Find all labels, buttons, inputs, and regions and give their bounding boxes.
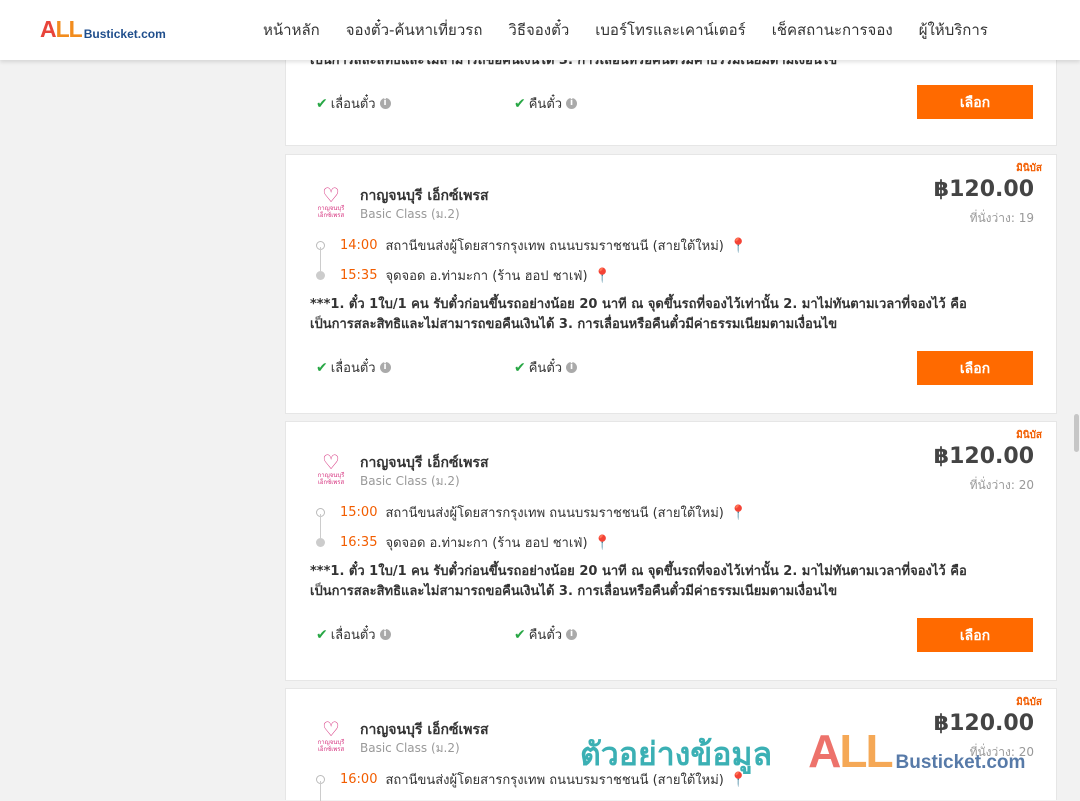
nav-operators[interactable]: ผู้ให้บริการ bbox=[919, 18, 988, 42]
bus-class: Basic Class (ม.2) bbox=[360, 474, 460, 488]
depart-time: 15:00 bbox=[340, 505, 378, 520]
depart-place: สถานีขนส่งผู้โดยสารกรุงเทพ ถนนบรมราชชนนี… bbox=[385, 773, 724, 788]
logo-all: ALL bbox=[40, 16, 83, 42]
check-icon: ✔ bbox=[514, 626, 526, 643]
info-icon[interactable]: i bbox=[379, 98, 391, 109]
arrive-dot bbox=[316, 271, 325, 280]
change-ticket-policy: ✔ เลื่อนตั๋ว i bbox=[316, 93, 391, 114]
main-nav: หน้าหลัก จองตั๋ว-ค้นหาเที่ยวรถ วิธีจองตั… bbox=[250, 0, 1001, 60]
seats-available: ที่นั่งว่าง: 20 bbox=[969, 745, 1034, 759]
trip-price: ฿120.00 bbox=[933, 444, 1034, 469]
select-trip-button[interactable]: เลือก bbox=[917, 618, 1033, 652]
route-line bbox=[320, 781, 321, 801]
arrive-place: จุดจอด อ.ท่ามะกา (ร้าน ฮอป ชาเฟ่) bbox=[385, 536, 588, 551]
map-pin-icon[interactable]: 📍 bbox=[594, 535, 611, 551]
route-line bbox=[320, 514, 321, 538]
operator-name: กาญจนบุรี เอ็กซ์เพรส bbox=[360, 722, 489, 738]
bus-class: Basic Class (ม.2) bbox=[360, 741, 460, 755]
trip-route: 15:00 สถานีขนส่งผู้โดยสารกรุงเทพ ถนนบรมร… bbox=[314, 502, 754, 564]
trip-price: ฿120.00 bbox=[933, 711, 1034, 736]
arrive-time: 16:35 bbox=[340, 535, 378, 550]
logo-text: Busticket.com bbox=[83, 27, 166, 41]
check-icon: ✔ bbox=[316, 359, 328, 376]
map-pin-icon[interactable]: 📍 bbox=[730, 238, 747, 254]
arrive-stop: 15:35 จุดจอด อ.ท่ามะกา (ร้าน ฮอป ชาเฟ่) … bbox=[340, 265, 611, 286]
scrollbar-thumb[interactable] bbox=[1074, 414, 1079, 452]
seats-available: ที่นั่งว่าง: 19 bbox=[969, 211, 1034, 225]
minibus-badge: มินิบัส bbox=[1016, 697, 1042, 708]
arrive-stop: 16:35 จุดจอด อ.ท่ามะกา (ร้าน ฮอป ชาเฟ่) … bbox=[340, 532, 611, 553]
site-logo[interactable]: ALL Busticket.com bbox=[40, 16, 166, 42]
change-ticket-policy: ✔ เลื่อนตั๋ว i bbox=[316, 357, 391, 378]
select-trip-button[interactable]: เลือก bbox=[917, 85, 1033, 119]
info-icon[interactable]: i bbox=[379, 629, 391, 640]
nav-check-booking[interactable]: เช็คสถานะการจอง bbox=[772, 18, 893, 42]
map-pin-icon[interactable]: 📍 bbox=[594, 268, 611, 284]
info-icon[interactable]: i bbox=[379, 362, 391, 373]
bus-class: Basic Class (ม.2) bbox=[360, 207, 460, 221]
arrive-dot bbox=[316, 538, 325, 547]
info-icon[interactable]: i bbox=[566, 629, 578, 640]
heart-icon: ♡ bbox=[322, 183, 340, 207]
map-pin-icon[interactable]: 📍 bbox=[730, 505, 747, 521]
operator-logo: ♡ กาญจนบุรี เอ็กซ์เพรส bbox=[317, 717, 345, 753]
nav-how-to-book[interactable]: วิธีจองตั๋ว bbox=[508, 18, 569, 42]
refund-ticket-policy: ✔ คืนตั๋ว i bbox=[514, 357, 578, 378]
check-icon: ✔ bbox=[316, 626, 328, 643]
depart-time: 14:00 bbox=[340, 238, 378, 253]
check-icon: ✔ bbox=[514, 95, 526, 112]
arrive-time: 15:35 bbox=[340, 268, 378, 283]
nav-home[interactable]: หน้าหลัก bbox=[263, 18, 320, 42]
select-trip-button[interactable]: เลือก bbox=[917, 351, 1033, 385]
info-icon[interactable]: i bbox=[566, 362, 578, 373]
nav-phone-counter[interactable]: เบอร์โทรและเคาน์เตอร์ bbox=[595, 18, 745, 42]
operator-name: กาญจนบุรี เอ็กซ์เพรส bbox=[360, 455, 489, 471]
check-icon: ✔ bbox=[514, 359, 526, 376]
trip-card: มินิบัส ♡ กาญจนบุรี เอ็กซ์เพรส กาญจนบุรี… bbox=[285, 688, 1057, 801]
seats-available: ที่นั่งว่าง: 20 bbox=[969, 478, 1034, 492]
trip-card: มินิบัส ♡ กาญจนบุรี เอ็กซ์เพรส กาญจนบุรี… bbox=[285, 421, 1057, 681]
operator-name: กาญจนบุรี เอ็กซ์เพรส bbox=[360, 188, 489, 204]
trip-route: 14:00 สถานีขนส่งผู้โดยสารกรุงเทพ ถนนบรมร… bbox=[314, 235, 754, 297]
check-icon: ✔ bbox=[316, 95, 328, 112]
change-ticket-policy: ✔ เลื่อนตั๋ว i bbox=[316, 624, 391, 645]
minibus-badge: มินิบัส bbox=[1016, 430, 1042, 441]
depart-stop: 15:00 สถานีขนส่งผู้โดยสารกรุงเทพ ถนนบรมร… bbox=[340, 502, 747, 523]
depart-place: สถานีขนส่งผู้โดยสารกรุงเทพ ถนนบรมราชชนนี… bbox=[385, 239, 724, 254]
heart-icon: ♡ bbox=[322, 450, 340, 474]
nav-book-search[interactable]: จองตั๋ว-ค้นหาเที่ยวรถ bbox=[346, 18, 483, 42]
depart-time: 16:00 bbox=[340, 772, 378, 787]
trip-card: มินิบัส ♡ กาญจนบุรี เอ็กซ์เพรส กาญจนบุรี… bbox=[285, 154, 1057, 414]
heart-icon: ♡ bbox=[322, 717, 340, 741]
site-header: ALL Busticket.com หน้าหลัก จองตั๋ว-ค้นหา… bbox=[0, 0, 1080, 60]
refund-ticket-policy: ✔ คืนตั๋ว i bbox=[514, 93, 578, 114]
operator-logo: ♡ กาญจนบุรี เอ็กซ์เพรส bbox=[317, 183, 345, 219]
depart-stop: 14:00 สถานีขนส่งผู้โดยสารกรุงเทพ ถนนบรมร… bbox=[340, 235, 747, 256]
trip-note: ***1. ตั๋ว 1ใบ/1 คน รับตั๋วก่อนขึ้นรถอย่… bbox=[310, 297, 967, 332]
refund-ticket-policy: ✔ คืนตั๋ว i bbox=[514, 624, 578, 645]
minibus-badge: มินิบัส bbox=[1016, 163, 1042, 174]
route-line bbox=[320, 247, 321, 271]
depart-stop: 16:00 สถานีขนส่งผู้โดยสารกรุงเทพ ถนนบรมร… bbox=[340, 769, 747, 790]
trip-price: ฿120.00 bbox=[933, 177, 1034, 202]
trip-note: ***1. ตั๋ว 1ใบ/1 คน รับตั๋วก่อนขึ้นรถอย่… bbox=[310, 564, 967, 599]
trip-route: 16:00 สถานีขนส่งผู้โดยสารกรุงเทพ ถนนบรมร… bbox=[314, 769, 754, 801]
arrive-place: จุดจอด อ.ท่ามะกา (ร้าน ฮอป ชาเฟ่) bbox=[385, 269, 588, 284]
info-icon[interactable]: i bbox=[566, 98, 578, 109]
depart-place: สถานีขนส่งผู้โดยสารกรุงเทพ ถนนบรมราชชนนี… bbox=[385, 506, 724, 521]
operator-logo: ♡ กาญจนบุรี เอ็กซ์เพรส bbox=[317, 450, 345, 486]
map-pin-icon[interactable]: 📍 bbox=[730, 772, 747, 788]
